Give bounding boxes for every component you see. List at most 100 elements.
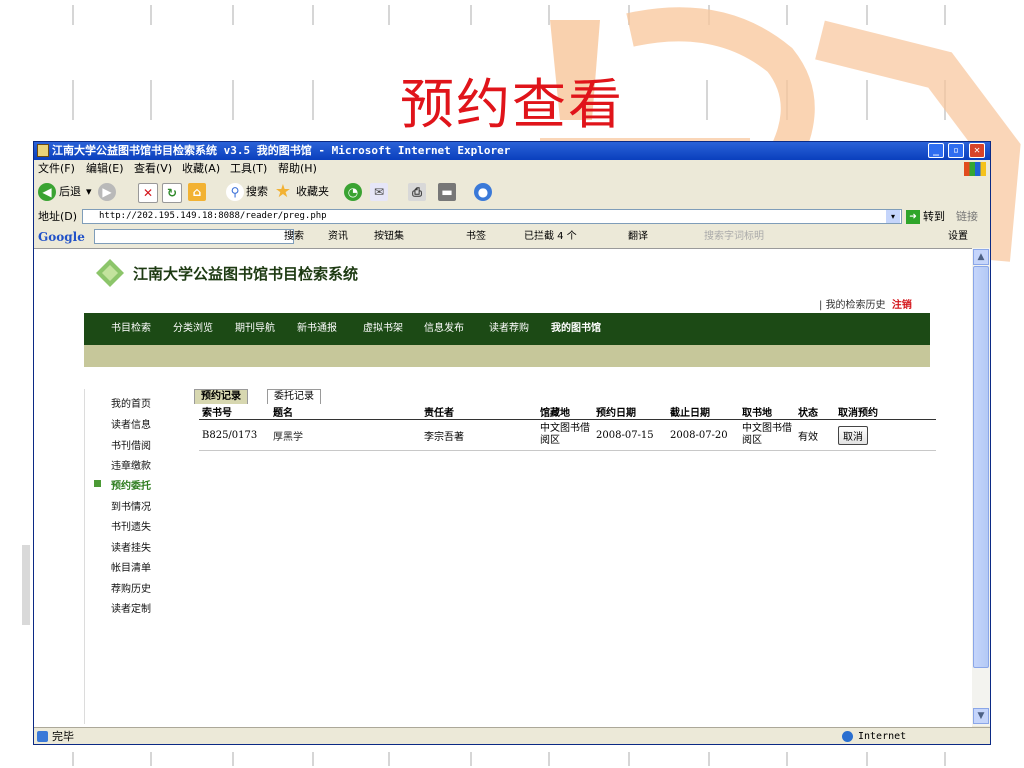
google-bookmarks-menu[interactable]: 书签 <box>466 228 486 246</box>
menu-bar: 文件(F) 编辑(E) 查看(V) 收藏(A) 工具(T) 帮助(H) <box>34 160 990 177</box>
address-input[interactable]: http://202.195.149.18:8088/reader/preg.p… <box>82 209 902 224</box>
minimize-button[interactable]: _ <box>928 143 944 158</box>
search-icon[interactable]: ⚲ <box>226 183 244 201</box>
favorites-star-icon[interactable]: ★ <box>274 183 292 201</box>
popup-blocked-indicator[interactable]: 已拦截 4 个 <box>524 228 577 246</box>
stop-icon[interactable]: ✕ <box>138 183 158 203</box>
sidebar-divider <box>84 389 85 724</box>
back-dropdown-icon[interactable]: ▾ <box>86 178 92 206</box>
table-header-row: 索书号 题名 责任者 馆藏地 预约日期 截止日期 取书地 状态 取消预约 <box>199 403 936 420</box>
links-button[interactable]: 链接 <box>956 208 978 226</box>
main-nav: 书目检索 分类浏览 期刊导航 新书通报 虚拟书架 信息发布 读者荐购 我的图书馆 <box>84 313 930 345</box>
tab-delegation-records[interactable]: 委托记录 <box>267 389 321 404</box>
sidebar-item-reader-info[interactable]: 读者信息 <box>111 416 151 431</box>
window-titlebar: 江南大学公益图书馆书目检索系统 v3.5 我的图书馆 - Microsoft I… <box>34 142 990 160</box>
sidebar-item-home[interactable]: 我的首页 <box>111 395 151 410</box>
current-item-bullet-icon <box>94 480 101 487</box>
cell-title[interactable]: 厚黑学 <box>270 419 421 451</box>
nav-item-journals[interactable]: 期刊导航 <box>235 313 275 345</box>
nav-item-recommend[interactable]: 读者荐购 <box>489 313 529 345</box>
refresh-icon[interactable]: ↻ <box>162 183 182 203</box>
scroll-down-icon[interactable]: ▼ <box>973 708 989 724</box>
sidebar-item-arrivals[interactable]: 到书情况 <box>111 498 151 513</box>
nav-item-shelf[interactable]: 虚拟书架 <box>363 313 403 345</box>
menu-tools[interactable]: 工具(T) <box>230 160 267 177</box>
sidebar-item-accounts[interactable]: 帐目清单 <box>111 559 151 574</box>
standard-toolbar: ◀ 后退 ▾ ▶ ✕ ↻ ⌂ ⚲ 搜索 ★ 收藏夹 ◔ ✉ ⎙ ▬ ● <box>34 178 990 206</box>
google-settings-button[interactable]: 设置 <box>948 228 968 246</box>
sidebar-item-report-loss[interactable]: 读者挂失 <box>111 539 151 554</box>
deco-line <box>150 5 152 25</box>
sub-nav-bar <box>84 345 930 367</box>
browser-window: 江南大学公益图书馆书目检索系统 v3.5 我的图书馆 - Microsoft I… <box>33 141 991 745</box>
messenger-icon[interactable]: ● <box>474 183 492 201</box>
go-button[interactable]: 转到 <box>923 208 945 226</box>
cell-location: 中文图书借阅区 <box>537 419 593 451</box>
google-search-box[interactable] <box>94 229 294 244</box>
ie-page-icon <box>37 144 49 157</box>
home-icon[interactable]: ⌂ <box>188 183 206 201</box>
menu-edit[interactable]: 编辑(E) <box>86 160 124 177</box>
menu-file[interactable]: 文件(F) <box>38 160 75 177</box>
nav-item-news[interactable]: 信息发布 <box>424 313 464 345</box>
search-button-label[interactable]: 搜索 <box>246 178 268 206</box>
deco-line <box>388 752 390 766</box>
google-logo: Google <box>38 230 85 244</box>
scroll-up-icon[interactable]: ▲ <box>973 249 989 265</box>
back-arrow-icon[interactable]: ◀ <box>38 183 56 201</box>
col-location: 馆藏地 <box>537 403 593 420</box>
sidebar-item-lost-books[interactable]: 书刊遗失 <box>111 518 151 533</box>
sidebar-item-reservations[interactable]: 预约委托 <box>111 477 151 492</box>
google-buttons-menu[interactable]: 按钮集 <box>374 228 404 246</box>
deco-line <box>628 752 630 766</box>
tab-reservation-records[interactable]: 预约记录 <box>194 389 248 404</box>
history-icon[interactable]: ◔ <box>344 183 362 201</box>
maximize-button[interactable]: ▫ <box>948 143 964 158</box>
col-author: 责任者 <box>421 403 537 420</box>
back-button-label[interactable]: 后退 <box>59 178 81 206</box>
nav-item-new-books[interactable]: 新书通报 <box>297 313 337 345</box>
search-history-link[interactable]: 我的检索历史 <box>826 300 886 311</box>
deco-line <box>548 752 550 766</box>
close-button[interactable]: ✕ <box>969 143 985 158</box>
col-pickup: 取书地 <box>739 403 795 420</box>
vertical-scrollbar[interactable]: ▲ ▼ <box>972 248 990 726</box>
page-done-icon <box>37 731 48 742</box>
menu-view[interactable]: 查看(V) <box>134 160 172 177</box>
google-news-button[interactable]: 资讯 <box>328 228 348 246</box>
cancel-reservation-button[interactable]: 取消 <box>838 425 868 445</box>
nav-item-browse[interactable]: 分类浏览 <box>173 313 213 345</box>
sidebar-item-customize[interactable]: 读者定制 <box>111 600 151 615</box>
print-icon[interactable]: ⎙ <box>408 183 426 201</box>
edit-icon[interactable]: ▬ <box>438 183 456 201</box>
col-call-number: 索书号 <box>199 403 270 420</box>
google-search-button[interactable]: 搜索 <box>284 228 304 246</box>
address-label: 地址(D) <box>38 210 78 223</box>
google-toolbar: Google 搜索 资讯 按钮集 书签 已拦截 4 个 翻译 搜索字词标明 设置 <box>34 228 990 246</box>
sidebar-item-recommend-history[interactable]: 荐购历史 <box>111 580 151 595</box>
favorites-button-label[interactable]: 收藏夹 <box>296 178 329 206</box>
go-arrow-icon[interactable]: ➜ <box>906 210 920 224</box>
deco-line <box>388 5 390 25</box>
col-cancel: 取消预约 <box>835 403 936 420</box>
sidebar-item-borrowing[interactable]: 书刊借阅 <box>111 437 151 452</box>
address-dropdown-icon[interactable]: ▾ <box>886 210 900 223</box>
top-links: | 我的检索历史 注销 <box>819 300 912 311</box>
menu-help[interactable]: 帮助(H) <box>278 160 317 177</box>
logout-link[interactable]: 注销 <box>892 300 912 311</box>
nav-item-my-library[interactable]: 我的图书馆 <box>551 313 601 345</box>
mail-icon[interactable]: ✉ <box>370 183 388 201</box>
sidebar-item-fines[interactable]: 违章缴款 <box>111 457 151 472</box>
forward-arrow-icon[interactable]: ▶ <box>98 183 116 201</box>
scrollbar-thumb[interactable] <box>973 266 989 668</box>
cell-call-number: B825/0173 <box>199 419 270 451</box>
menu-favorites[interactable]: 收藏(A) <box>182 160 220 177</box>
google-highlight-terms[interactable]: 搜索字词标明 <box>704 228 764 246</box>
deco-line <box>72 5 74 25</box>
nav-item-catalog[interactable]: 书目检索 <box>111 313 151 345</box>
deco-line <box>708 752 710 766</box>
google-translate-button[interactable]: 翻译 <box>628 228 648 246</box>
reservation-table: 索书号 题名 责任者 馆藏地 预约日期 截止日期 取书地 状态 取消预约 B82… <box>199 403 936 451</box>
slide-title: 预约查看 <box>400 73 624 136</box>
cell-status: 有效 <box>795 419 835 451</box>
